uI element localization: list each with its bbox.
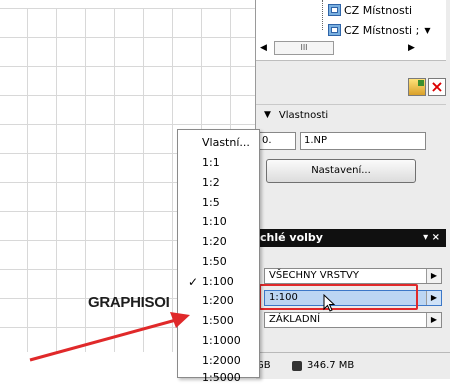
delete-button[interactable]: ×: [428, 78, 446, 96]
chevron-right-icon[interactable]: ▶: [426, 269, 441, 283]
canvas-top-edge: [0, 0, 255, 8]
menu-item-label: 1:200: [202, 294, 234, 307]
memory-value: 346.7 MB: [307, 360, 355, 371]
brand-logo-text: GRAPHISOI: [88, 294, 170, 311]
scroll-thumb[interactable]: III: [274, 41, 334, 55]
menu-item-scale[interactable]: 1:500: [178, 311, 259, 331]
room-icon: [328, 4, 341, 16]
panel-controls-icon[interactable]: ▾ ×: [423, 229, 440, 247]
menu-item-scale[interactable]: 1:2: [178, 173, 259, 193]
memory-indicator: 346.7 MB: [292, 360, 354, 371]
quick-options-header: chlé volby ▾ ×: [256, 229, 446, 247]
menu-item-scale[interactable]: 1:50: [178, 252, 259, 272]
menu-item-scale[interactable]: 1:20: [178, 232, 259, 252]
divider: [256, 104, 446, 105]
scroll-right-icon[interactable]: ▶: [408, 43, 415, 53]
menu-item-label: Vlastní...: [202, 136, 250, 149]
menu-item-label: 1:5: [202, 196, 220, 209]
menu-item-label: 1:50: [202, 255, 227, 268]
properties-title: Vlastnosti: [278, 109, 329, 121]
chevron-down-icon[interactable]: ▼: [424, 26, 430, 35]
menu-item-scale[interactable]: 1:1: [178, 153, 259, 173]
model-view-select[interactable]: ZÁKLADNÍ ▶: [264, 312, 442, 328]
memory-chip-icon: [292, 360, 302, 371]
chevron-right-icon[interactable]: ▶: [426, 291, 441, 305]
menu-item-scale[interactable]: 1:10: [178, 212, 259, 232]
layer-combination-select[interactable]: VŠECHNY VRSTVY ▶: [264, 268, 442, 284]
scale-dropdown-menu: Vlastní... 1:1 1:2 1:5 1:10 1:20 1:50 ✓ 1…: [177, 129, 260, 384]
navigator-tree: CZ Místnosti CZ Místnosti ; ▼ ◀ III ▶: [256, 0, 446, 61]
annotation-highlight-box: [259, 284, 418, 310]
scroll-left-icon[interactable]: ◀: [260, 43, 267, 53]
tree-item-1[interactable]: CZ Místnosti: [328, 2, 412, 18]
menu-item-scale[interactable]: 1:5000: [178, 368, 259, 388]
new-item-button[interactable]: [408, 78, 426, 96]
horizontal-scrollbar[interactable]: ◀ III ▶: [258, 40, 443, 55]
menu-item-scale[interactable]: Vlastní...: [178, 133, 259, 153]
settings-button[interactable]: Nastavení...: [266, 159, 416, 183]
tree-connector: [322, 0, 323, 30]
right-panel: CZ Místnosti CZ Místnosti ; ▼ ◀ III ▶ × …: [255, 0, 450, 379]
menu-item-label: 1:2: [202, 176, 220, 189]
layer-combination-value: VŠECHNY VRSTVY: [269, 270, 359, 281]
chevron-right-icon[interactable]: ▶: [426, 313, 441, 327]
menu-item-scale[interactable]: 1:5: [178, 193, 259, 213]
story-number-field[interactable]: 0.: [258, 132, 296, 150]
menu-item-label: 1:10: [202, 215, 227, 228]
menu-item-label: 1:1: [202, 156, 220, 169]
properties-header[interactable]: ▼ Vlastnosti: [256, 106, 446, 124]
menu-item-scale-checked[interactable]: ✓ 1:100: [178, 272, 259, 292]
mouse-cursor-icon: [323, 294, 336, 312]
quick-options-title: chlé volby: [260, 231, 323, 244]
menu-item-label: 1:2000: [202, 354, 241, 367]
menu-item-label: 1:500: [202, 314, 234, 327]
tree-item-label: CZ Místnosti: [344, 3, 413, 17]
model-view-value: ZÁKLADNÍ: [269, 314, 321, 325]
tree-item-2[interactable]: CZ Místnosti ; ▼: [328, 22, 430, 38]
menu-item-label: 1:1000: [202, 334, 241, 347]
menu-item-scale[interactable]: 1:1000: [178, 331, 259, 351]
collapse-icon[interactable]: ▼: [264, 110, 271, 120]
menu-item-label: 1:100: [202, 275, 234, 288]
menu-item-scale[interactable]: 1:200: [178, 291, 259, 311]
status-bar: GB 346.7 MB: [256, 352, 450, 379]
checkmark-icon: ✓: [188, 275, 199, 289]
menu-item-label: 1:20: [202, 235, 227, 248]
story-name-field[interactable]: 1.NP: [300, 132, 426, 150]
room-icon: [328, 24, 341, 36]
tree-item-label: CZ Místnosti ;: [344, 23, 420, 37]
